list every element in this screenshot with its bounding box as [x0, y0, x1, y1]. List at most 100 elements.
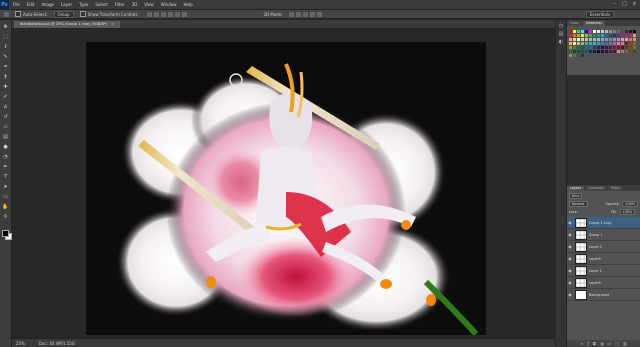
zoom-tool-icon[interactable]: ⚲	[2, 214, 9, 221]
gradient-tool-icon[interactable]: ▤	[2, 134, 9, 141]
align-top-icon[interactable]	[147, 11, 153, 17]
menu-filter[interactable]: Filter	[115, 2, 125, 7]
visibility-eye-icon[interactable]: ◉	[567, 244, 573, 249]
tab-channels[interactable]: Channels	[585, 186, 607, 191]
menu-edit[interactable]: Edit	[27, 2, 35, 7]
align-bottom-icon[interactable]	[161, 11, 167, 17]
document-tab-bar: blahblahblar.psd @ 25% (Group 1 copy, RG…	[12, 20, 555, 29]
swatch[interactable]	[581, 54, 585, 58]
align-center-icon[interactable]	[175, 11, 181, 17]
menu-type[interactable]: Type	[79, 2, 88, 7]
trash-icon[interactable]: ▥	[623, 341, 627, 346]
layer-row[interactable]: ◉ Layer6	[567, 253, 640, 265]
align-left-icon[interactable]	[168, 11, 174, 17]
brush-tool-icon[interactable]: ✐	[2, 94, 9, 101]
3d-roll-icon[interactable]	[295, 11, 301, 17]
healing-tool-icon[interactable]: ✚	[2, 84, 9, 91]
align-middle-icon[interactable]	[154, 11, 160, 17]
visibility-eye-icon[interactable]: ◉	[567, 280, 573, 285]
menu-select[interactable]: Select	[95, 2, 107, 7]
close-icon[interactable]: ×	[631, 1, 638, 7]
shape-tool-icon[interactable]: ▭	[2, 194, 9, 201]
menu-view[interactable]: View	[144, 2, 154, 7]
move-tool-icon[interactable]	[4, 11, 9, 17]
menu-window[interactable]: Window	[161, 2, 177, 7]
auto-select-checkbox[interactable]	[15, 11, 21, 17]
menu-layer[interactable]: Layer	[61, 2, 72, 7]
history-brush-tool-icon[interactable]: ↺	[2, 114, 9, 121]
document-tab[interactable]: blahblahblar.psd @ 25% (Group 1 copy, RG…	[14, 21, 120, 28]
visibility-eye-icon[interactable]: ◉	[567, 256, 573, 261]
layer-name: Layer 1	[589, 268, 602, 273]
auto-select-dropdown[interactable]: Group	[53, 10, 74, 18]
visibility-eye-icon[interactable]: ◉	[567, 268, 573, 273]
color-swatches[interactable]	[2, 230, 12, 240]
visibility-eye-icon[interactable]: ◉	[567, 220, 573, 225]
layer-row[interactable]: ◉ Group 1 copy	[567, 217, 640, 229]
layer-row[interactable]: ◉ Layer8	[567, 277, 640, 289]
folder-icon[interactable]: ▭	[608, 341, 612, 346]
properties-icon[interactable]: ▤	[558, 31, 564, 37]
tab-color[interactable]: Color	[567, 21, 582, 26]
swatch[interactable]	[633, 50, 637, 54]
layer-row[interactable]: ◉ Group 1	[567, 229, 640, 241]
eyedropper-tool-icon[interactable]: ǂ	[2, 74, 9, 81]
align-right-icon[interactable]	[182, 11, 188, 17]
opacity-value[interactable]: 100%	[622, 201, 638, 207]
3d-scale-icon[interactable]	[316, 11, 322, 17]
adjustments-icon[interactable]: ◐	[558, 39, 564, 45]
clone-stamp-tool-icon[interactable]: ♙	[2, 104, 9, 111]
menu-help[interactable]: Help	[183, 2, 192, 7]
lasso-tool-icon[interactable]: ℓ	[2, 44, 9, 51]
layer-thumbnail	[575, 217, 587, 228]
zoom-level[interactable]: 25%	[16, 341, 25, 346]
hand-tool-icon[interactable]: ✋	[2, 204, 9, 211]
visibility-eye-icon[interactable]: ◉	[567, 292, 573, 297]
quick-select-tool-icon[interactable]: ✎	[2, 54, 9, 61]
layer-name: Layer 2	[589, 244, 602, 249]
3d-pan-icon[interactable]	[302, 11, 308, 17]
layer-row[interactable]: ◉ Layer 1	[567, 265, 640, 277]
layer-thumbnail	[575, 229, 587, 240]
close-tab-icon[interactable]: ×	[111, 22, 114, 26]
document-canvas[interactable]	[86, 42, 486, 335]
layer-row[interactable]: ◉ Background	[567, 289, 640, 301]
type-tool-icon[interactable]: T	[2, 174, 9, 181]
maximize-icon[interactable]: □	[621, 1, 628, 7]
workspace-dropdown[interactable]: Essentials	[585, 11, 614, 18]
path-select-tool-icon[interactable]: ➤	[2, 184, 9, 191]
menu-image[interactable]: Image	[41, 2, 54, 7]
document-tab-title: blahblahblar.psd @ 25% (Group 1 copy, RG…	[20, 22, 107, 26]
adjustment-layer-icon[interactable]: ◑	[600, 341, 604, 346]
new-layer-icon[interactable]: ▢	[615, 341, 619, 346]
crop-tool-icon[interactable]: ⌗	[2, 64, 9, 71]
tab-layers[interactable]: Layers	[567, 186, 585, 191]
eraser-tool-icon[interactable]: ▱	[2, 124, 9, 131]
layer-thumbnail	[575, 289, 587, 300]
3d-rotate-icon[interactable]	[288, 11, 294, 17]
3d-slide-icon[interactable]	[309, 11, 315, 17]
fx-icon[interactable]: ƒ	[587, 341, 588, 346]
pen-tool-icon[interactable]: ✒	[2, 164, 9, 171]
doc-info[interactable]: Doc: 40.4M/1.55G	[39, 341, 75, 346]
show-transform-checkbox[interactable]	[79, 11, 86, 17]
move-tool-icon[interactable]: ✥	[2, 24, 9, 31]
status-bar: 25% Doc: 40.4M/1.55G	[12, 338, 555, 347]
visibility-eye-icon[interactable]: ◉	[567, 232, 573, 237]
blur-tool-icon[interactable]: ●	[2, 144, 9, 151]
mask-icon[interactable]: ◘	[593, 341, 596, 346]
foreground-color[interactable]	[2, 230, 9, 237]
layer-row[interactable]: ◉ Layer 2	[567, 241, 640, 253]
link-icon[interactable]: ∞	[580, 341, 583, 346]
minimize-icon[interactable]: –	[611, 1, 618, 7]
menu-3d[interactable]: 3D	[132, 2, 138, 7]
menu-file[interactable]: File	[13, 2, 20, 7]
tab-paths[interactable]: Paths	[607, 186, 624, 191]
layer-kind-dropdown[interactable]: Kind	[569, 193, 583, 199]
marquee-tool-icon[interactable]: ⬚	[2, 34, 9, 41]
blend-mode-dropdown[interactable]: Normal	[569, 201, 589, 207]
history-icon[interactable]: ◷	[558, 23, 564, 29]
fill-value[interactable]: 100%	[619, 209, 636, 215]
dodge-tool-icon[interactable]: ◔	[2, 154, 9, 161]
tab-swatches[interactable]: Swatches	[582, 21, 606, 26]
